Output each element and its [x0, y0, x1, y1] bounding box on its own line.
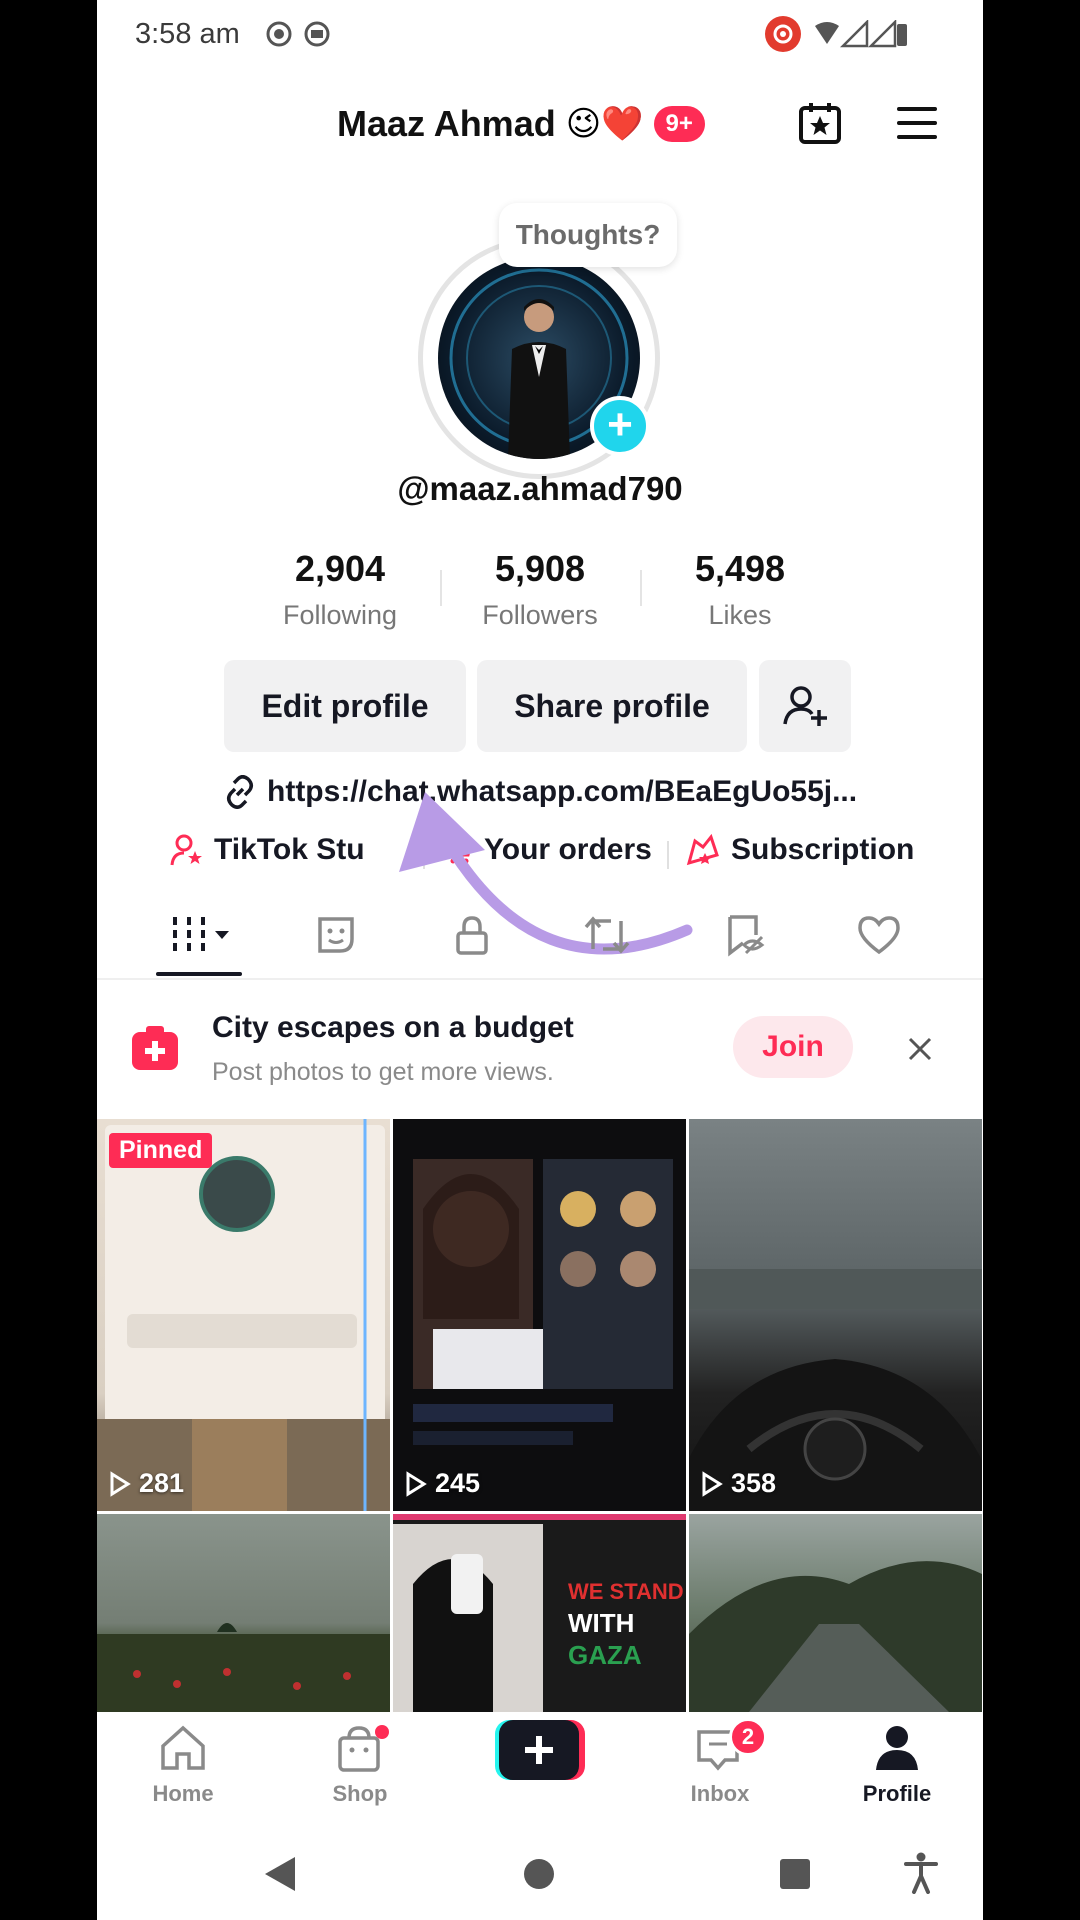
- view-count-text: 281: [139, 1468, 185, 1498]
- tab-divider: [97, 978, 983, 980]
- stat-value: 5,908: [494, 548, 586, 589]
- view-count: 358: [701, 1468, 776, 1499]
- menu-icon[interactable]: [895, 104, 939, 142]
- promo-title: City escapes on a budget: [212, 1011, 574, 1044]
- video-thumbnail[interactable]: [97, 1514, 390, 1712]
- play-icon: [406, 1470, 427, 1497]
- profile-screen: 3:58 am Maaz Ahmad 😉❤️ 9+ Thoughts? + @m…: [97, 0, 983, 1920]
- thoughts-bubble[interactable]: Thoughts?: [499, 203, 677, 267]
- view-count-text: 245: [435, 1468, 481, 1498]
- username: @maaz.ahmad790: [397, 470, 683, 507]
- back-icon[interactable]: [263, 1855, 297, 1893]
- system-nav-bar: [97, 1822, 983, 1920]
- signal-icons: [815, 20, 907, 48]
- tab-reposts[interactable]: [577, 905, 637, 965]
- svg-text:WE STAND: WE STAND: [568, 1579, 684, 1604]
- video-thumbnail[interactable]: [689, 1514, 982, 1712]
- profile-name: Maaz Ahmad: [337, 103, 556, 144]
- add-user-icon: [783, 686, 827, 726]
- video-thumbnail[interactable]: 281: [97, 1119, 390, 1511]
- link-icon: [227, 775, 253, 809]
- hotspot-icon: [765, 16, 801, 52]
- stat-label: Following: [282, 600, 398, 630]
- join-button[interactable]: Join: [733, 1016, 853, 1078]
- nav-label: Home: [152, 1781, 214, 1806]
- stat-likes[interactable]: 5,498 Likes: [640, 548, 840, 631]
- notification-badge[interactable]: 9+: [653, 106, 705, 142]
- video-thumbnail[interactable]: 245: [393, 1119, 686, 1511]
- stat-value: 5,498: [694, 548, 786, 589]
- thumbnail-image: WE STAND WITH GAZA: [393, 1514, 686, 1712]
- view-count: 245: [405, 1468, 480, 1499]
- edit-profile-button[interactable]: Edit profile: [224, 660, 466, 752]
- play-icon: [702, 1470, 723, 1497]
- pinned-badge: Pinned: [109, 1133, 213, 1168]
- heart-icon: [858, 916, 900, 955]
- bottom-nav: Home Shop Inbox 2 Profile: [97, 1712, 983, 1822]
- nav-profile[interactable]: Profile: [832, 1724, 962, 1807]
- video-thumbnail[interactable]: WE STAND WITH GAZA: [393, 1514, 686, 1712]
- stat-following[interactable]: 2,904 Following: [240, 548, 440, 631]
- nav-shop[interactable]: Shop: [295, 1724, 425, 1807]
- promo-subtitle: Post photos to get more views.: [212, 1058, 554, 1086]
- svg-text:WITH: WITH: [568, 1608, 634, 1638]
- camera-plus-icon: [132, 1026, 178, 1070]
- record-icon: [266, 21, 292, 47]
- video-thumbnail[interactable]: 358: [689, 1119, 982, 1511]
- nav-home[interactable]: Home: [118, 1724, 248, 1807]
- sticker-icon: [318, 917, 354, 953]
- shortcut-subscription[interactable]: Subscription: [685, 833, 914, 867]
- close-icon[interactable]: [907, 1036, 933, 1062]
- lock-icon: [456, 916, 488, 955]
- recents-icon[interactable]: [779, 1858, 811, 1890]
- calendar-star-icon[interactable]: [797, 100, 843, 146]
- shop-bag-icon: [338, 1725, 389, 1772]
- svg-text:GAZA: GAZA: [568, 1640, 642, 1670]
- nav-create[interactable]: [475, 1718, 605, 1787]
- tab-stickers[interactable]: [306, 905, 366, 965]
- name-emoji: 😉❤️: [565, 105, 644, 143]
- nav-label: Inbox: [690, 1781, 750, 1806]
- bookmark-hidden-icon: [728, 915, 765, 957]
- accessibility-icon[interactable]: [903, 1852, 939, 1894]
- thumbnail-image: [413, 1159, 673, 1445]
- nav-label: Shop: [332, 1781, 388, 1806]
- cast-icon: [304, 21, 330, 47]
- shortcut-tiktok-studio[interactable]: TikTok Stu: [170, 833, 365, 867]
- shortcut-label: Subscription: [731, 833, 915, 866]
- tutorial-arrow: [399, 792, 693, 955]
- stat-value: 2,904: [294, 548, 386, 589]
- add-friends-button[interactable]: [759, 660, 851, 752]
- create-plus-icon: [495, 1720, 585, 1780]
- thumbnail-image: [97, 1119, 390, 1511]
- view-count-text: 358: [731, 1468, 777, 1498]
- inbox-badge: 2: [729, 1718, 767, 1756]
- tab-videos[interactable]: [169, 905, 239, 965]
- tab-private[interactable]: [442, 905, 502, 965]
- stat-label: Likes: [708, 600, 772, 630]
- tab-active-indicator: [156, 972, 242, 976]
- nav-label: Profile: [862, 1781, 932, 1806]
- tab-favorites[interactable]: [714, 905, 774, 965]
- grid-icon: [173, 917, 229, 953]
- view-count: 281: [109, 1468, 184, 1499]
- thumbnail-image: [689, 1561, 982, 1712]
- thumbnail-image: [689, 1269, 982, 1511]
- nav-inbox[interactable]: Inbox 2: [655, 1718, 785, 1807]
- thumbnail-image: [97, 1623, 390, 1712]
- stat-label: Followers: [482, 600, 598, 630]
- status-time: 3:58 am: [135, 18, 240, 50]
- home-icon: [161, 1725, 205, 1770]
- share-profile-button[interactable]: Share profile: [477, 660, 747, 752]
- add-story-button[interactable]: +: [590, 396, 650, 456]
- home-button-icon[interactable]: [523, 1858, 555, 1890]
- creator-icon: [170, 834, 202, 866]
- profile-header: Maaz Ahmad 😉❤️ 9+: [337, 103, 705, 145]
- profile-icon: [876, 1726, 918, 1770]
- play-icon: [110, 1470, 131, 1497]
- stat-followers[interactable]: 5,908 Followers: [440, 548, 640, 631]
- repost-icon: [584, 916, 630, 954]
- tab-liked[interactable]: [849, 905, 909, 965]
